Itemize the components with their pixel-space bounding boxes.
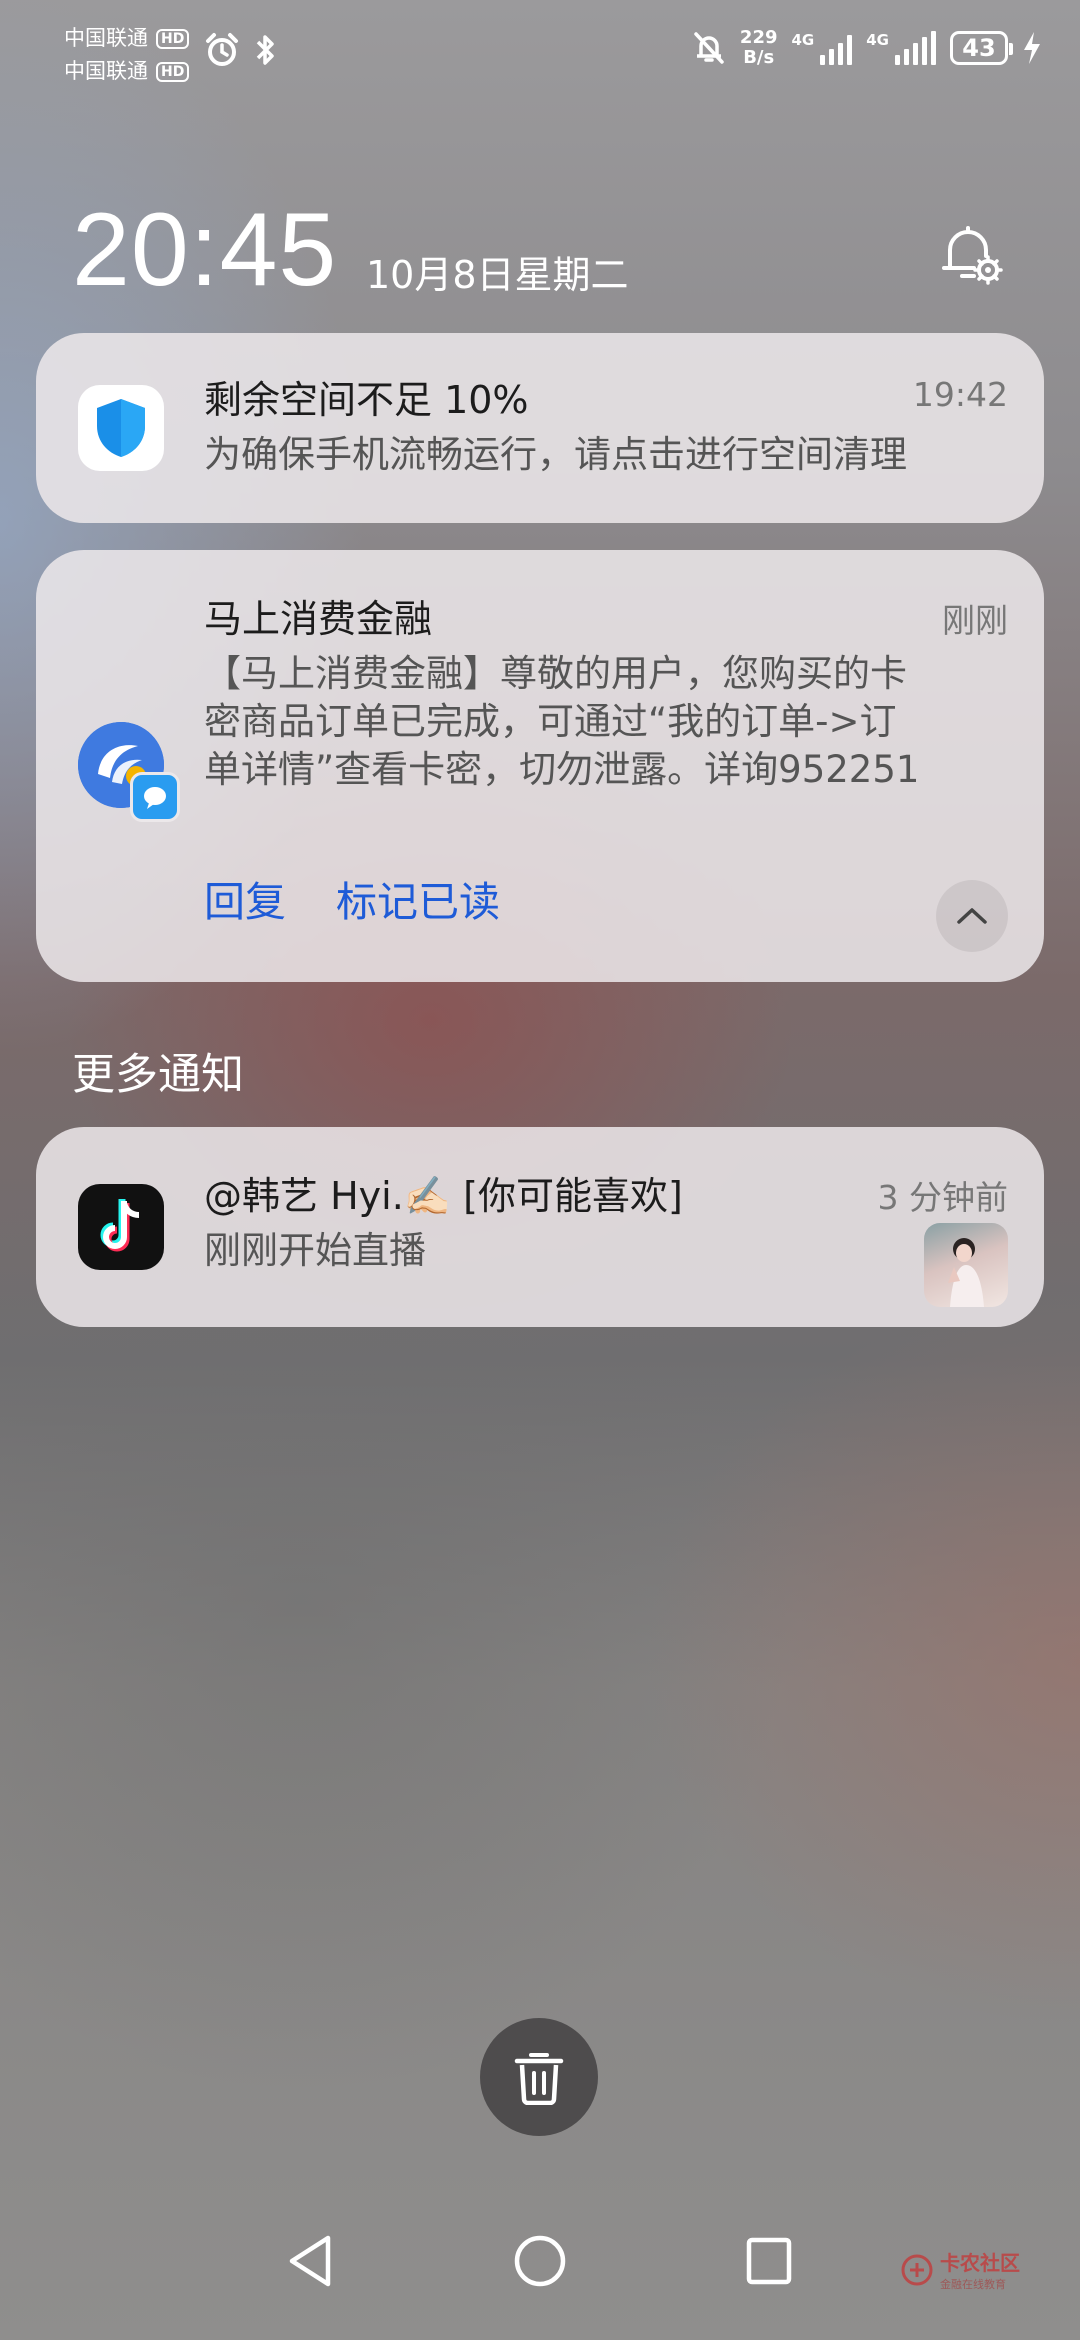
notification-body-line: 【马上消费金融】尊敬的用户，您购买的卡 [204, 652, 907, 695]
charging-icon [1024, 32, 1040, 64]
notification-tiktok[interactable]: @韩艺 Hyi.✍🏻 [你可能喜欢] 3 分钟前 刚刚开始直播 [36, 1127, 1044, 1327]
notification-body-line: 密商品订单已完成，可通过“我的订单->订 [204, 700, 897, 743]
watermark: 卡农社区 金融在线教育 [900, 2247, 1020, 2292]
recents-icon[interactable] [744, 2230, 794, 2292]
notification-time: 刚刚 [942, 601, 1008, 640]
phone-manager-app-icon [78, 385, 164, 471]
network-speed-value: 229 [739, 27, 778, 48]
tiktok-logo-icon [100, 1199, 140, 1252]
signal-icon: 4G [792, 31, 853, 65]
lockscreen-date: 10月8日星期二 [366, 253, 629, 297]
watermark-logo-icon [901, 2254, 933, 2285]
status-bar: 中国联通 HD 中国联通 HD 229 B/s 4G 4G 43 [0, 0, 1080, 110]
watermark-name: 卡农社区 [940, 2251, 1020, 2275]
message-badge-icon [130, 772, 180, 822]
chevron-up-icon [957, 908, 987, 924]
trash-icon [514, 2053, 564, 2105]
navigation-bar: 卡农社区 金融在线教育 [0, 2190, 1080, 2340]
carrier-2: 中国联通 [64, 59, 148, 83]
battery-indicator: 43 [950, 31, 1013, 65]
notification-title: 马上消费金融 [204, 597, 433, 641]
mute-notifications-icon [694, 32, 724, 64]
notification-title: @韩艺 Hyi.✍🏻 [你可能喜欢] [204, 1174, 683, 1218]
clear-all-button[interactable] [480, 2018, 598, 2136]
notification-time: 3 分钟前 [877, 1178, 1009, 1217]
reply-button[interactable]: 回复 [204, 868, 286, 928]
lockscreen-time: 20:45 [72, 192, 338, 308]
alarm-icon [206, 33, 238, 66]
collapse-button[interactable] [936, 880, 1008, 952]
signal-icon: 4G [866, 31, 936, 65]
shield-icon [97, 399, 145, 457]
notification-body: 【马上消费金融】尊敬的用户，您购买的卡 密商品订单已完成，可通过“我的订单->订… [204, 650, 919, 794]
hd-badge: HD [156, 28, 190, 49]
mark-read-button[interactable]: 标记已读 [336, 868, 500, 928]
back-icon[interactable] [284, 2230, 338, 2292]
notification-title: 剩余空间不足 10% [204, 378, 529, 422]
notification-time: 19:42 [912, 375, 1008, 414]
notification-storage[interactable]: 剩余空间不足 10% 19:42 为确保手机流畅运行，请点击进行空间清理 [36, 333, 1044, 523]
notification-thumbnail [924, 1223, 1008, 1307]
tiktok-app-icon [78, 1184, 164, 1270]
sim1-network-type: 4G [791, 31, 815, 49]
more-notifications-header: 更多通知 [72, 1050, 244, 1100]
carrier-info: 中国联通 HD 中国联通 HD [64, 22, 190, 88]
watermark-sub: 金融在线教育 [940, 2278, 1006, 2291]
bluetooth-icon [256, 35, 274, 65]
notification-body-line: 单详情”查看卡密，切勿泄露。详询952251 [204, 748, 920, 791]
network-speed: 229 B/s [740, 28, 778, 68]
sim2-network-type: 4G [866, 31, 889, 49]
notification-body: 为确保手机流畅运行，请点击进行空间清理 [204, 433, 907, 476]
notification-sms[interactable]: 马上消费金融 刚刚 【马上消费金融】尊敬的用户，您购买的卡 密商品订单已完成，可… [36, 550, 1044, 982]
carrier-1: 中国联通 [64, 26, 148, 50]
battery-level: 43 [962, 34, 996, 62]
hd-badge: HD [156, 61, 190, 82]
messages-app-icon [78, 722, 180, 822]
notification-body: 刚刚开始直播 [204, 1229, 426, 1272]
notification-settings-icon[interactable] [936, 220, 1006, 290]
network-speed-unit: B/s [743, 47, 775, 68]
home-icon[interactable] [512, 2230, 568, 2292]
